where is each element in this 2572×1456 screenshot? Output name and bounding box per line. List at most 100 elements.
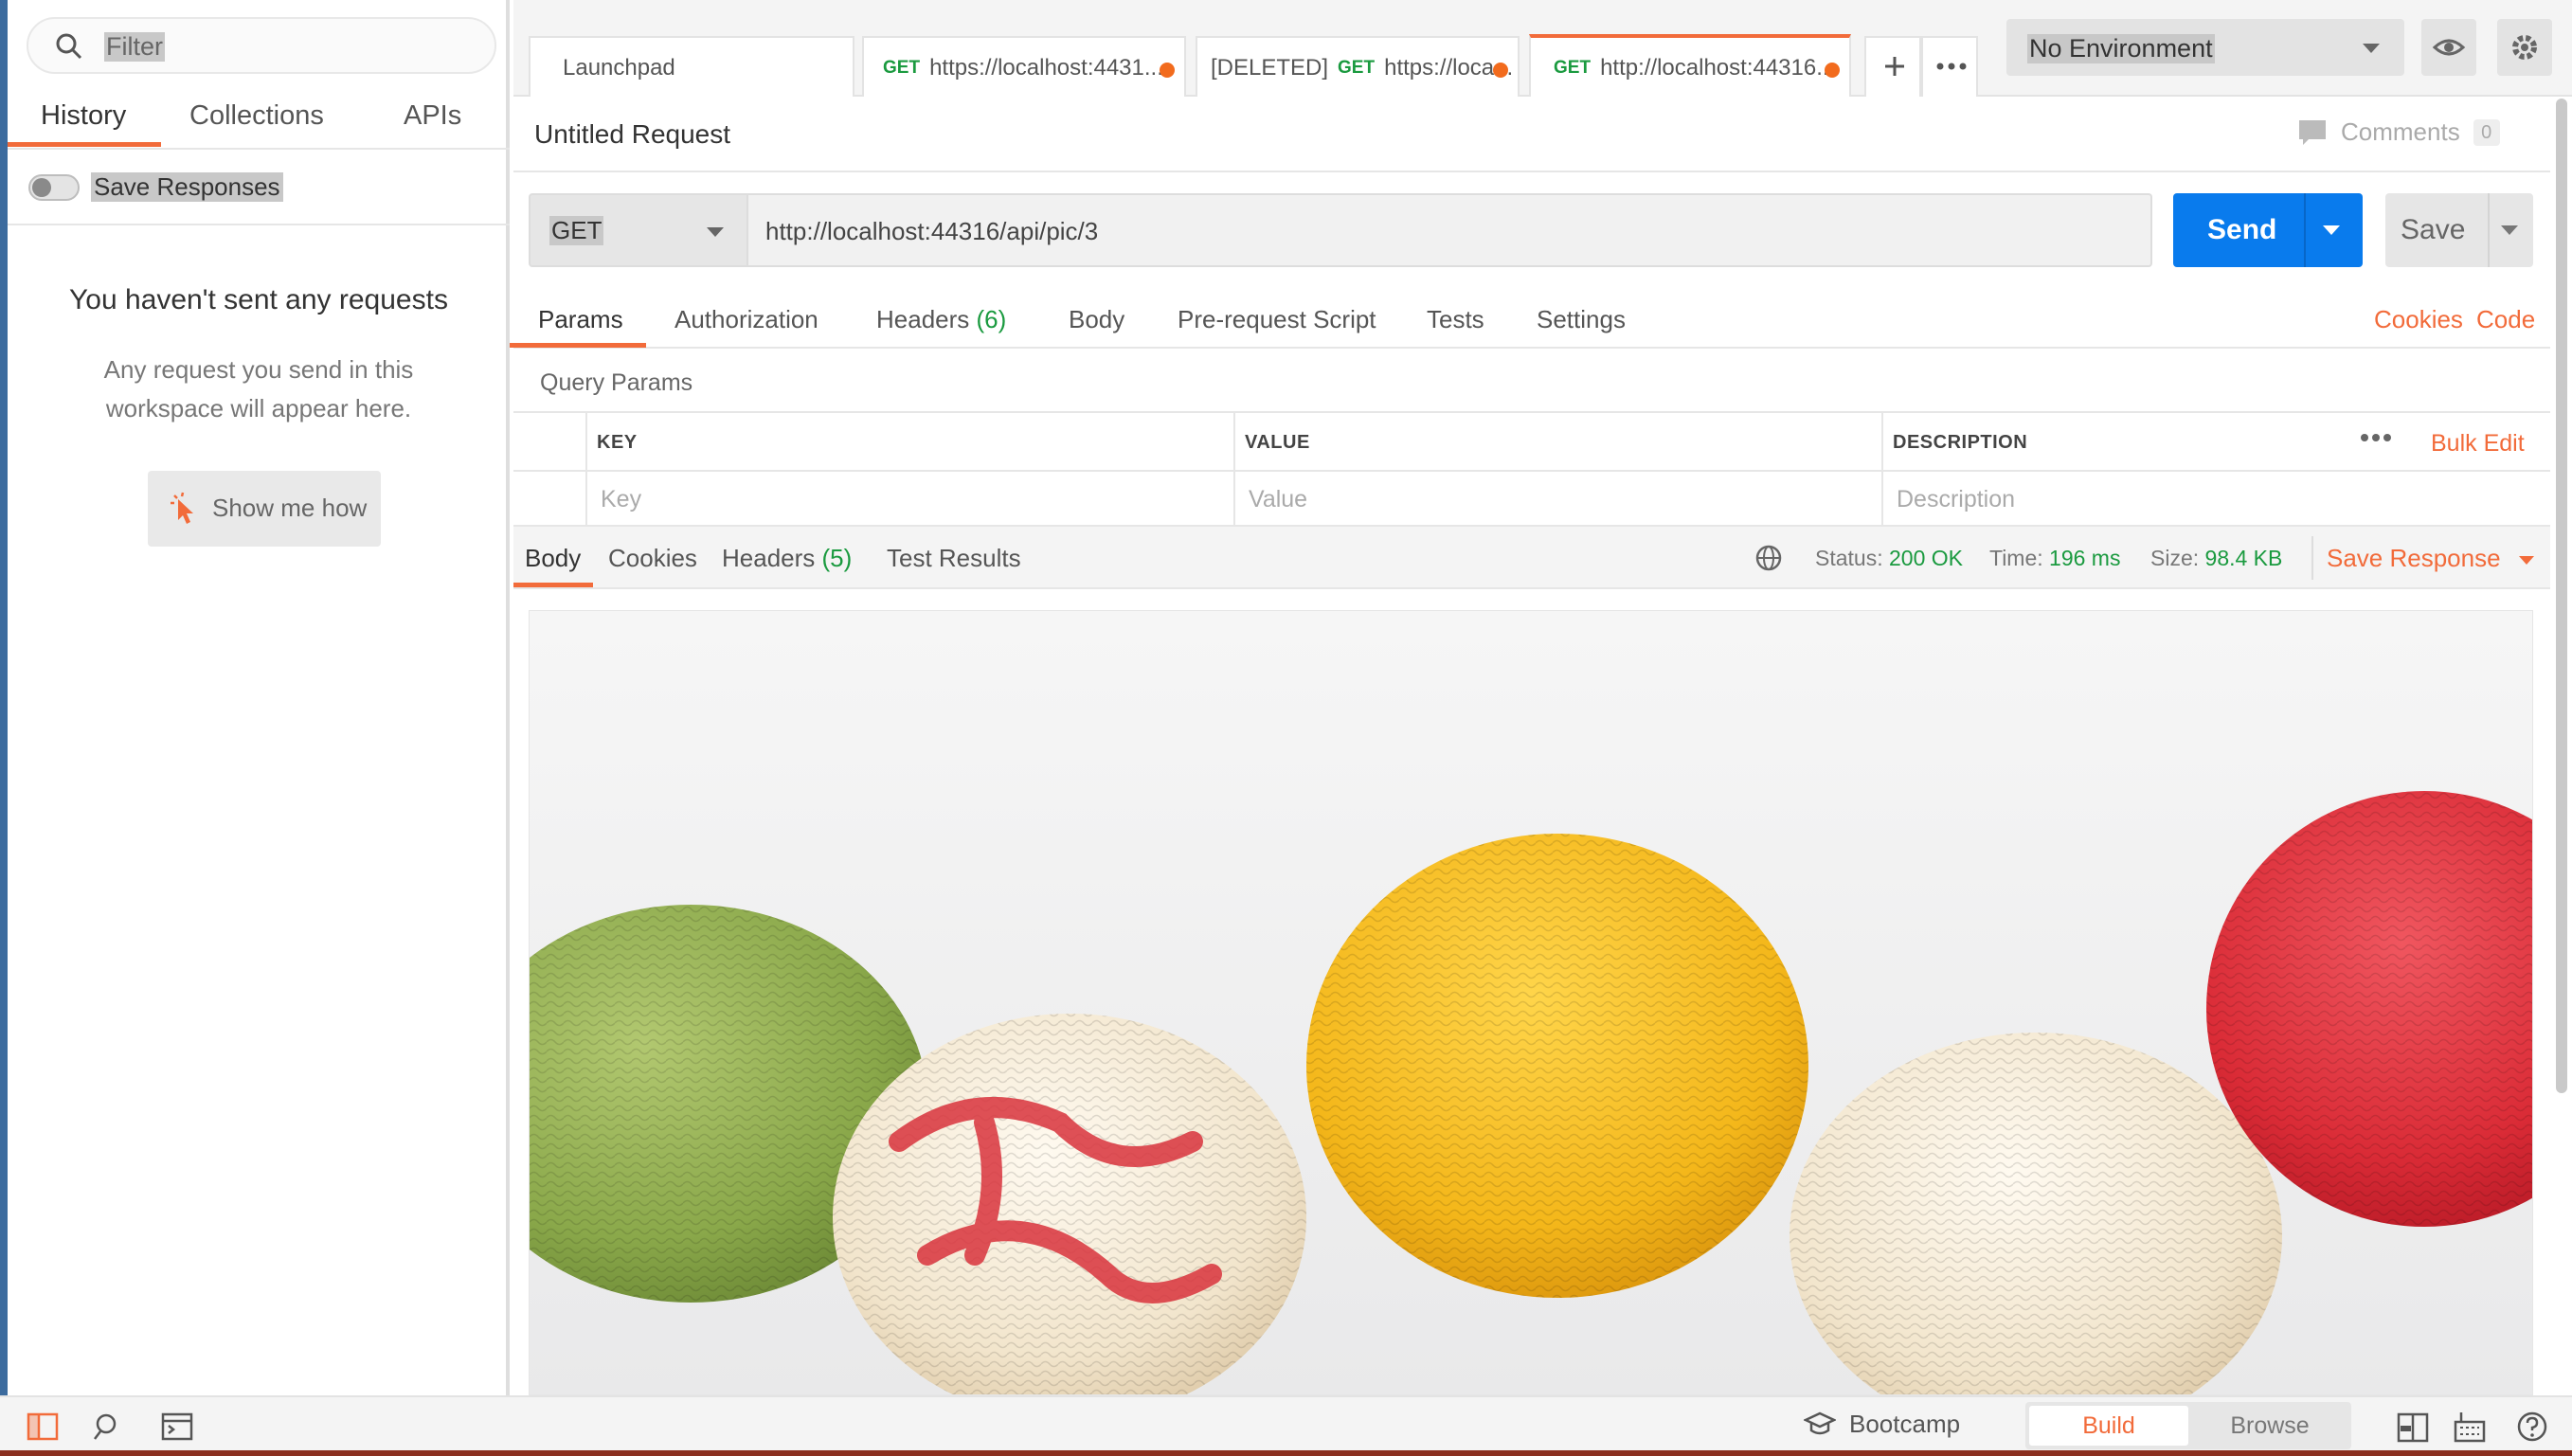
filter-input[interactable]: Filter xyxy=(27,17,496,74)
browse-mode-button[interactable]: Browse xyxy=(2192,1406,2347,1446)
column-header-value: VALUE xyxy=(1245,432,1310,453)
settings-button[interactable] xyxy=(2497,19,2552,76)
url-input[interactable]: http://localhost:44316/api/pic/3 xyxy=(748,193,2152,267)
gear-icon xyxy=(2512,35,2537,60)
tab-launchpad[interactable]: Launchpad xyxy=(529,36,854,97)
tab-tests[interactable]: Tests xyxy=(1427,305,1484,334)
tab-response-body[interactable]: Body xyxy=(525,544,581,573)
sidebar: Filter History Collections APIs Save Res… xyxy=(8,0,510,1395)
sidebar-tabs: History Collections APIs xyxy=(8,87,510,150)
response-bar: Body Cookies Headers (5) Test Results St… xyxy=(513,527,2550,589)
two-pane-view-icon[interactable] xyxy=(2397,1412,2429,1447)
response-image-preview xyxy=(529,610,2533,1395)
build-browse-toggle: Build Browse xyxy=(2025,1402,2351,1449)
search-icon xyxy=(55,32,83,65)
tab-test-results[interactable]: Test Results xyxy=(887,544,1021,573)
console-icon[interactable] xyxy=(161,1412,193,1446)
more-horizontal-icon xyxy=(1936,63,1967,70)
query-params-table: KEY VALUE DESCRIPTION Bulk Edit Key Valu… xyxy=(513,411,2550,527)
tab-collections[interactable]: Collections xyxy=(189,100,324,132)
environment-quick-look-button[interactable] xyxy=(2421,19,2476,76)
build-mode-button[interactable]: Build xyxy=(2029,1406,2188,1446)
save-button[interactable]: Save xyxy=(2385,193,2533,267)
chevron-down-icon[interactable] xyxy=(2323,225,2340,235)
tab-options-button[interactable] xyxy=(1921,36,1978,97)
keyboard-shortcuts-icon[interactable] xyxy=(2454,1411,2486,1447)
time-label: Time: xyxy=(1989,546,2043,570)
tab-request-1[interactable]: GET https://localhost:4431... xyxy=(862,36,1186,97)
save-responses-row: Save Responses xyxy=(8,150,510,225)
new-tab-button[interactable] xyxy=(1864,36,1921,97)
code-link[interactable]: Code xyxy=(2476,305,2535,334)
deleted-prefix: [DELETED] xyxy=(1211,55,1329,81)
environment-select[interactable]: No Environment xyxy=(2006,19,2404,76)
method-label: GET xyxy=(549,216,604,245)
bulk-edit-link[interactable]: Bulk Edit xyxy=(2431,430,2525,458)
active-tab-indicator xyxy=(513,583,593,587)
divider xyxy=(2488,193,2490,267)
status-readout: Status: 200 OK xyxy=(1815,546,1963,571)
status-label: Status: xyxy=(1815,546,1883,570)
more-horizontal-icon[interactable] xyxy=(2357,426,2395,454)
tab-response-headers[interactable]: Headers (5) xyxy=(722,544,852,573)
size-value: 98.4 KB xyxy=(2204,546,2283,570)
tab-history[interactable]: History xyxy=(41,100,126,132)
filter-placeholder: Filter xyxy=(104,32,165,62)
method-select[interactable]: GET xyxy=(529,193,748,267)
comment-icon xyxy=(2299,119,2326,145)
show-me-how-button[interactable]: Show me how xyxy=(148,471,381,547)
tab-pre-request-script[interactable]: Pre-request Script xyxy=(1178,305,1376,334)
window-bottom-border xyxy=(0,1450,2572,1456)
ice-cream-scoops-image xyxy=(530,611,2532,1394)
chevron-down-icon[interactable] xyxy=(2501,225,2518,235)
column-header-description: DESCRIPTION xyxy=(1893,432,2028,453)
tab-settings[interactable]: Settings xyxy=(1537,305,1626,334)
bootcamp-label: Bootcamp xyxy=(1849,1410,1961,1438)
tab-headers[interactable]: Headers (6) xyxy=(876,305,1006,334)
eye-icon xyxy=(2432,39,2466,56)
unsaved-dot-icon xyxy=(1825,63,1840,78)
empty-state-title: You haven't sent any requests xyxy=(69,284,448,315)
globe-icon[interactable] xyxy=(1754,544,1783,577)
headers-count: (6) xyxy=(976,305,1007,333)
tab-authorization[interactable]: Authorization xyxy=(674,305,818,334)
column-header-key: KEY xyxy=(597,432,638,453)
main-scrollbar[interactable] xyxy=(2556,99,2567,1093)
bootcamp-button[interactable]: Bootcamp xyxy=(1804,1410,1960,1439)
save-response-button[interactable]: Save Response xyxy=(2327,544,2534,573)
time-value: 196 ms xyxy=(2049,546,2121,570)
sidebar-toggle-icon[interactable] xyxy=(27,1412,59,1446)
comments-button[interactable]: Comments 0 xyxy=(2297,117,2500,147)
tab-response-cookies[interactable]: Cookies xyxy=(608,544,697,573)
help-icon[interactable] xyxy=(2516,1411,2548,1447)
cookies-link[interactable]: Cookies xyxy=(2374,305,2463,334)
tab-label: https://localhost:4431... xyxy=(929,55,1163,81)
tab-params[interactable]: Params xyxy=(538,305,623,334)
save-responses-label: Save Responses xyxy=(91,172,283,202)
plus-icon xyxy=(1885,57,1904,76)
method-badge: GET xyxy=(1554,58,1592,78)
key-input[interactable]: Key xyxy=(601,486,641,513)
size-readout: Size: 98.4 KB xyxy=(2150,546,2282,571)
chevron-down-icon xyxy=(707,227,724,237)
value-input[interactable]: Value xyxy=(1249,486,1307,513)
yellow-scoop xyxy=(1306,834,1808,1298)
description-input[interactable]: Description xyxy=(1897,486,2015,513)
chevron-down-icon xyxy=(2518,555,2534,565)
show-me-how-label: Show me how xyxy=(212,494,368,522)
response-headers-label: Headers xyxy=(722,544,816,572)
request-title: Untitled Request xyxy=(534,119,731,149)
tab-body[interactable]: Body xyxy=(1069,305,1124,334)
divider xyxy=(2304,193,2306,267)
response-headers-count: (5) xyxy=(821,544,853,572)
tab-apis[interactable]: APIs xyxy=(404,100,461,132)
save-responses-toggle[interactable] xyxy=(28,174,80,201)
send-button[interactable]: Send xyxy=(2173,193,2363,267)
active-tab-indicator xyxy=(8,142,161,147)
empty-state-description: Any request you send in this workspace w… xyxy=(103,355,414,422)
size-label: Size: xyxy=(2150,546,2200,570)
tab-request-2[interactable]: [DELETED] GET https://loca... xyxy=(1196,36,1520,97)
find-replace-icon[interactable] xyxy=(93,1412,123,1447)
tab-request-3-active[interactable]: GET http://localhost:44316... xyxy=(1529,34,1851,97)
chevron-down-icon xyxy=(2363,44,2380,53)
